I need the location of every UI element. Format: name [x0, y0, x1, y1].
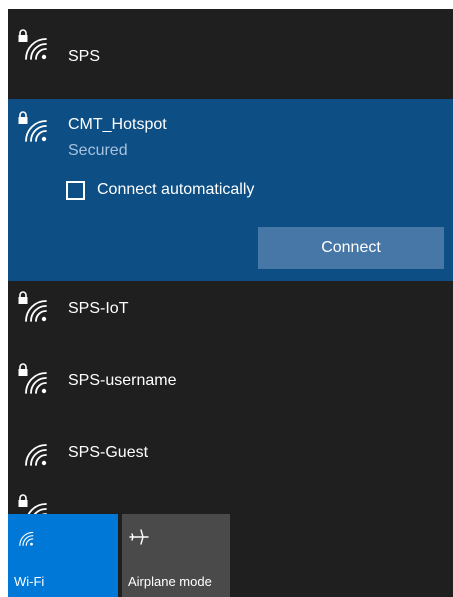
- wifi-toggle-tile[interactable]: Wi-Fi: [8, 514, 118, 597]
- wifi-flyout-panel: SPS CMT_Hotspot Secured Connect automati…: [8, 9, 453, 597]
- wifi-tile-label: Wi-Fi: [14, 574, 45, 589]
- airplane-icon: [129, 529, 149, 545]
- secured-wifi-icon: [17, 291, 48, 323]
- network-name: CMT_Hotspot: [68, 116, 167, 133]
- connect-automatically-label: Connect automatically: [97, 181, 255, 198]
- network-name: SPS-username: [68, 372, 177, 389]
- network-item-sps[interactable]: SPS: [8, 9, 453, 99]
- checkbox-box[interactable]: [66, 180, 85, 200]
- secured-wifi-icon: [17, 363, 48, 395]
- network-item-cmt-hotspot[interactable]: CMT_Hotspot Secured Connect automaticall…: [8, 99, 453, 281]
- wifi-icon: [19, 531, 34, 547]
- network-name: SPS: [68, 48, 101, 65]
- network-status: Secured: [68, 142, 128, 159]
- wifi-icon: [25, 444, 48, 467]
- airplane-tile-label: Airplane mode: [128, 574, 212, 589]
- network-item-sps-username[interactable]: SPS-username: [8, 353, 453, 425]
- network-item-sps-guest[interactable]: SPS-Guest: [8, 425, 453, 491]
- quick-actions: Wi-Fi Airplane mode: [8, 514, 453, 597]
- connect-automatically-checkbox[interactable]: Connect automatically: [66, 179, 254, 201]
- network-item-sps-iot[interactable]: SPS-IoT: [8, 281, 453, 353]
- secured-wifi-icon: [17, 111, 48, 143]
- network-name: SPS-Guest: [68, 444, 149, 461]
- network-name: SPS-IoT: [68, 300, 129, 317]
- connect-button[interactable]: Connect: [258, 227, 444, 269]
- airplane-mode-tile[interactable]: Airplane mode: [122, 514, 230, 597]
- secured-wifi-icon: [17, 29, 48, 61]
